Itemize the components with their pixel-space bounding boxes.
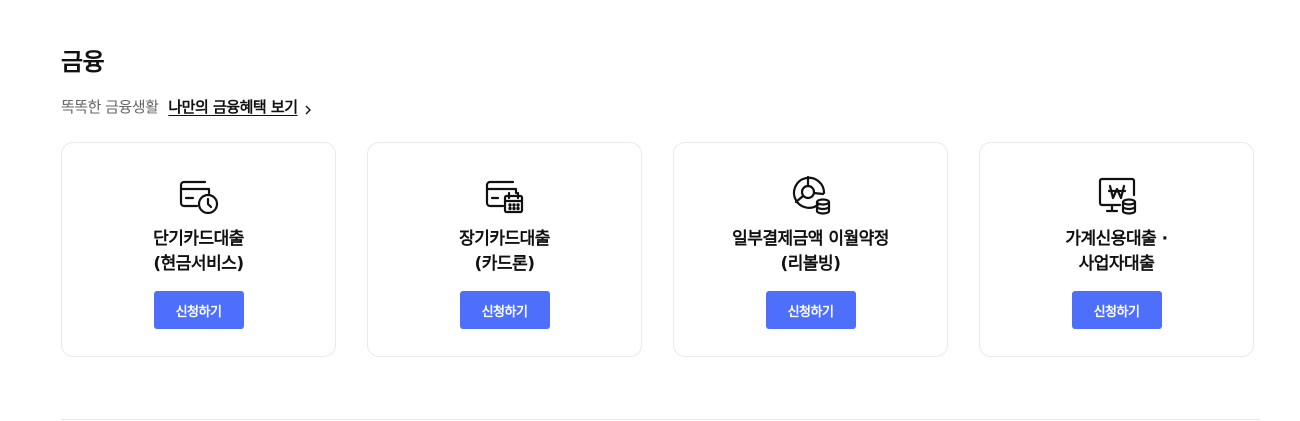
apply-button[interactable]: 신청하기 [765, 291, 856, 329]
section-title: 금융 [61, 48, 105, 76]
card-clock-icon [175, 171, 223, 219]
my-benefits-link-label: 나만의 금융혜택 보기 [168, 97, 298, 116]
section-divider [61, 419, 1260, 420]
pie-chart-coins-icon [787, 171, 835, 219]
card-title: 일부결제금액 이월약정 (리볼빙) [732, 229, 889, 274]
section-subline: 똑똑한 금융생활 나만의 금융혜택 보기 [61, 96, 312, 116]
card-credit-business-loan[interactable]: 가계신용대출 · 사업자대출 신청하기 [979, 142, 1254, 357]
card-title: 장기카드대출 (카드론) [459, 229, 550, 274]
apply-button[interactable]: 신청하기 [153, 291, 244, 329]
apply-button[interactable]: 신청하기 [459, 291, 550, 329]
monitor-won-coins-icon [1093, 171, 1141, 219]
card-title: 가계신용대출 · 사업자대출 [1065, 229, 1168, 274]
card-long-term-loan[interactable]: 장기카드대출 (카드론) 신청하기 [367, 142, 642, 357]
card-revolving[interactable]: 일부결제금액 이월약정 (리볼빙) 신청하기 [673, 142, 948, 357]
my-benefits-link[interactable]: 나만의 금융혜택 보기 [168, 96, 311, 117]
card-title: 단기카드대출 (현금서비스) [153, 229, 244, 274]
finance-card-list: 단기카드대출 (현금서비스) 신청하기 장기카드대출 (카드론) 신청하기 일부… [61, 142, 1254, 357]
chevron-right-icon [304, 101, 312, 115]
section-subtitle: 똑똑한 금융생활 [61, 97, 159, 116]
card-calendar-icon [481, 171, 529, 219]
apply-button[interactable]: 신청하기 [1071, 291, 1162, 329]
card-short-term-loan[interactable]: 단기카드대출 (현금서비스) 신청하기 [61, 142, 336, 357]
